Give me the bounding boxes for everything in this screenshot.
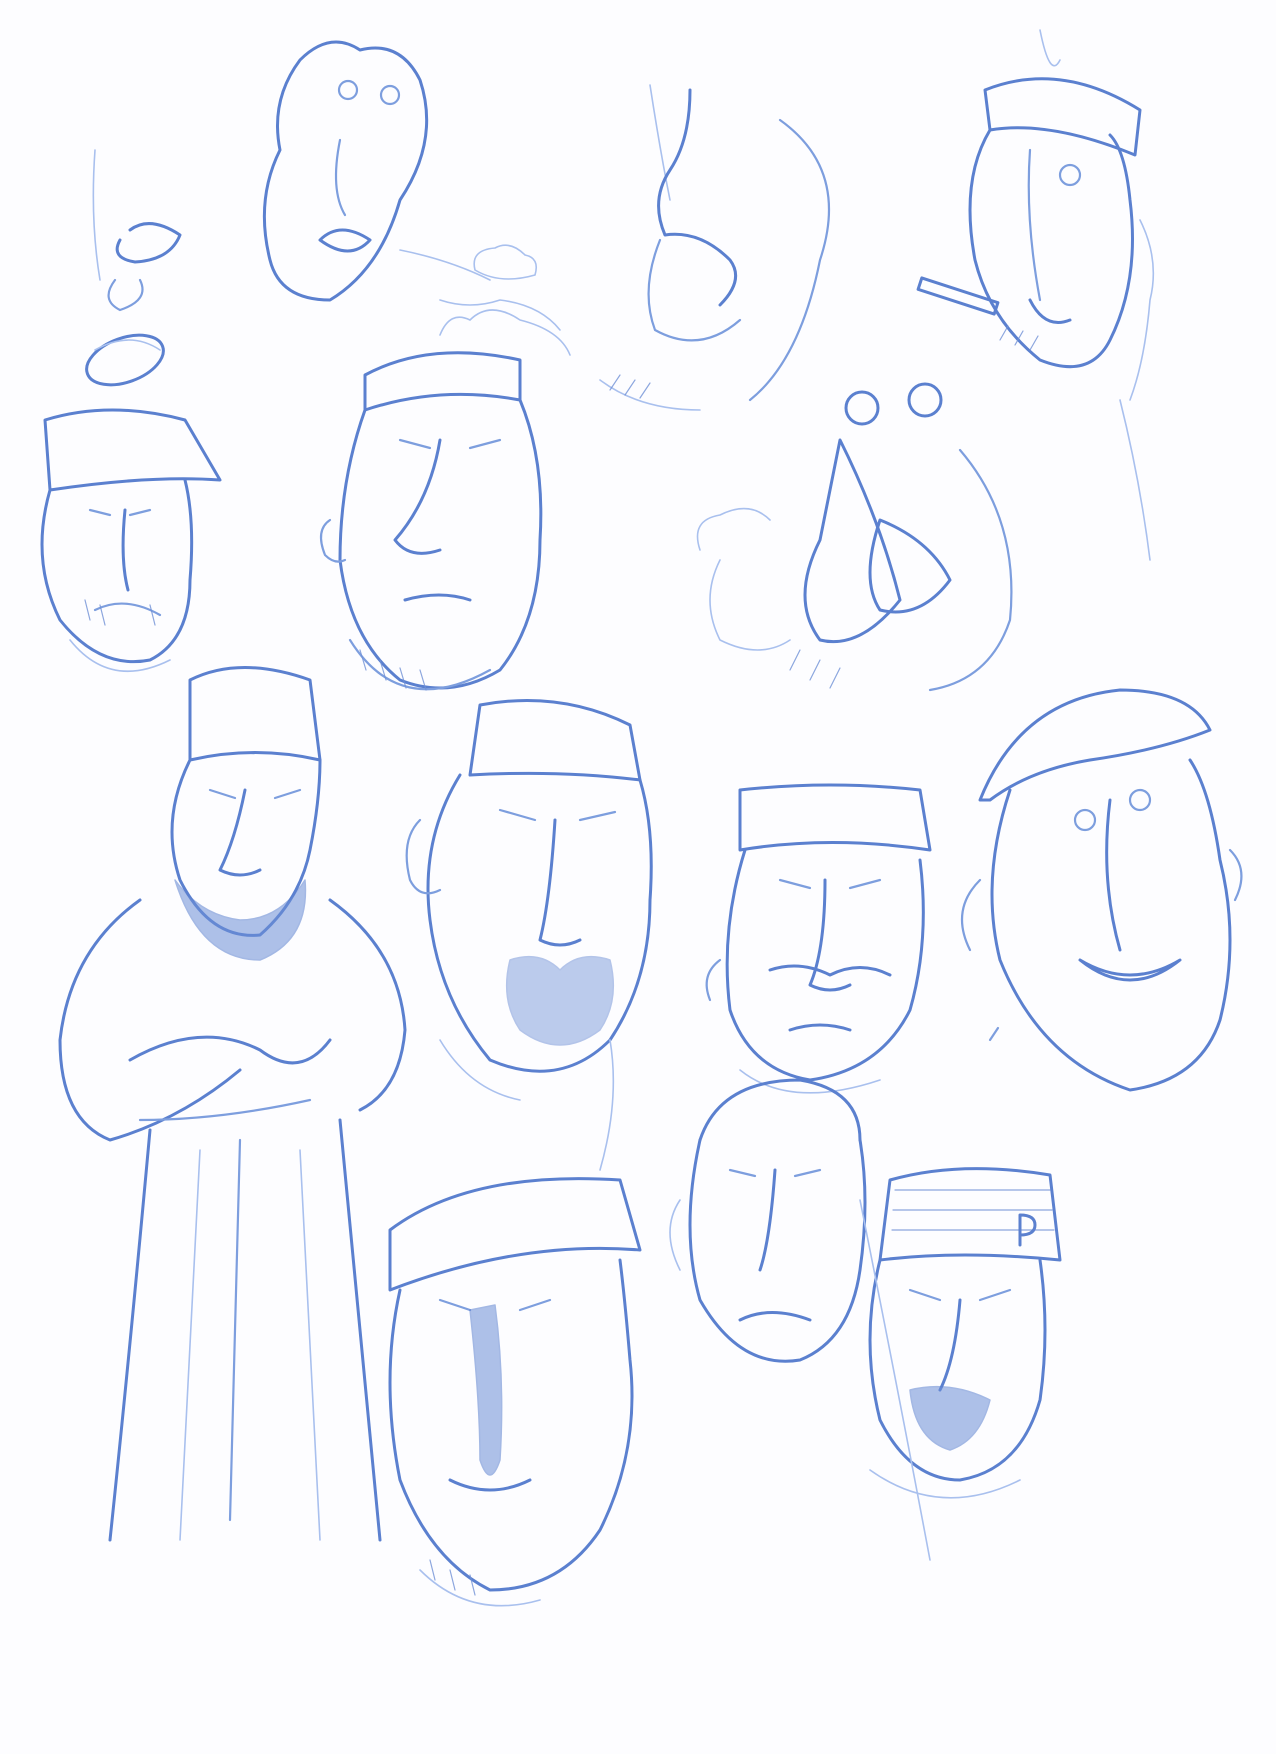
sketch-head-frowning — [669, 1078, 867, 1363]
sketch-upside-down-head — [262, 40, 561, 331]
sketch-drawing — [40, 29, 1243, 1607]
sketch-full-figure-arms-crossed — [58, 666, 407, 1542]
sketch-head-with-cigarette — [916, 77, 1155, 401]
sketch-sheet — [0, 0, 1276, 1754]
sketch-head-grinning — [960, 688, 1243, 1092]
sketch-head-tall-cap — [705, 783, 932, 1094]
sketch-head-flat-cap-stern — [319, 309, 571, 691]
sketch-partial-face-lips — [85, 149, 182, 387]
sketch-head-peaked-cap-badge — [868, 1167, 1062, 1499]
sketch-stray-marks — [859, 29, 1151, 1561]
sketch-head-bearded-cap — [405, 699, 653, 1171]
sketch-head-long-nose-hat — [388, 1177, 642, 1607]
sketch-head-laughing — [696, 382, 1013, 692]
sketch-head-cap-left — [40, 408, 222, 672]
sketch-partial-face-shout — [599, 84, 831, 411]
